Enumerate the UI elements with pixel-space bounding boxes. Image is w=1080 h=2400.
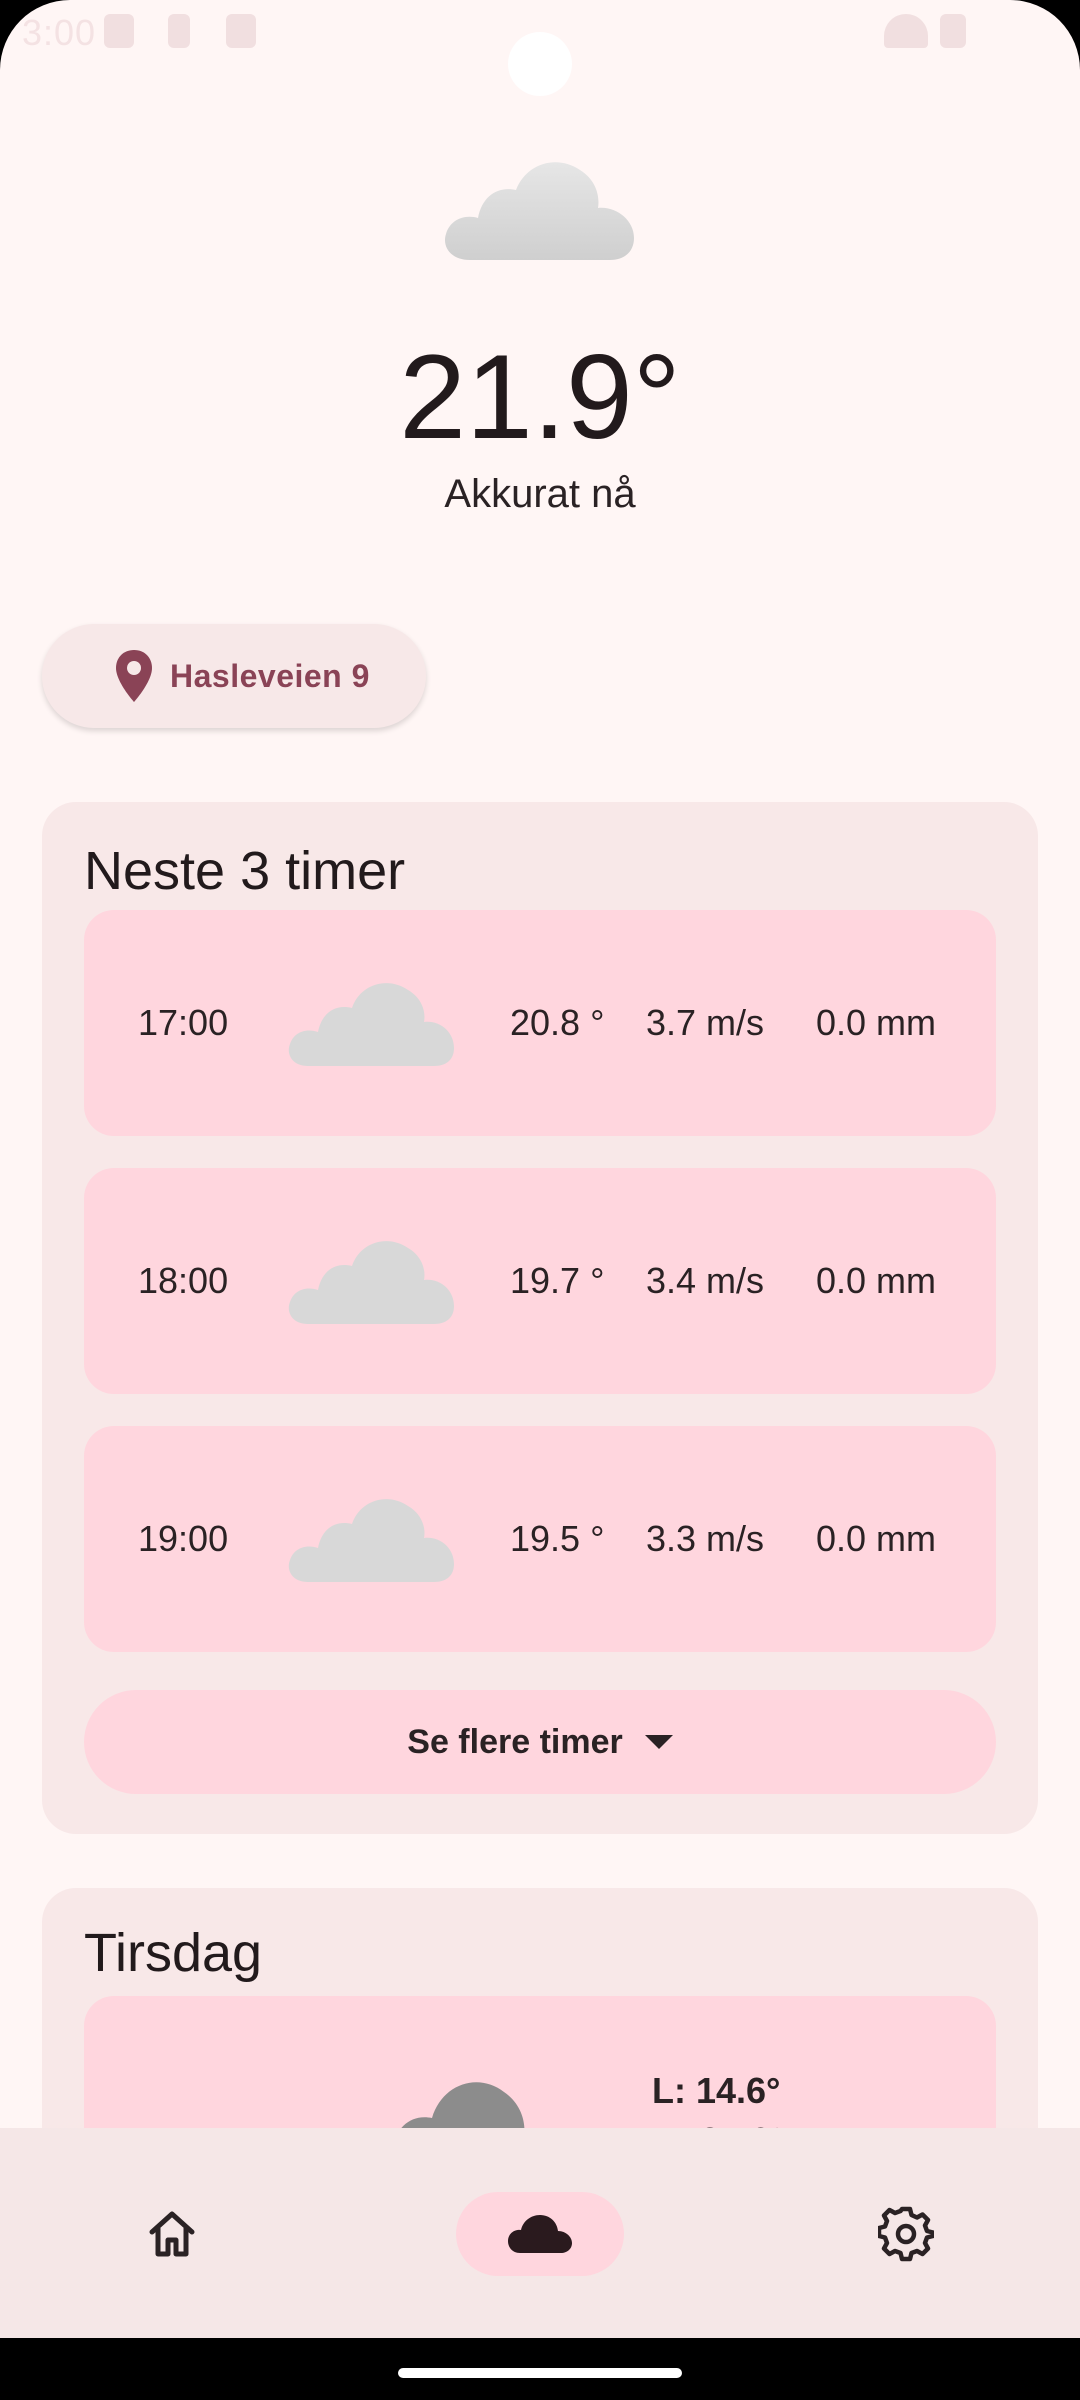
caret-down-icon	[644, 1735, 673, 1749]
nav-home[interactable]	[88, 2192, 256, 2276]
camera-cutout	[508, 32, 572, 96]
current-label: Akkurat nå	[444, 472, 636, 516]
hour-precipitation: 0.0 mm	[816, 1260, 937, 1301]
location-name: Hasleveien 9	[170, 657, 370, 694]
wifi-icon	[884, 14, 928, 48]
forecast-title: Neste 3 timer	[84, 841, 406, 901]
hour-precipitation: 0.0 mm	[816, 1518, 937, 1559]
show-more-label: Se flere timer	[407, 1722, 623, 1761]
status-time: 3:00	[22, 12, 97, 53]
clipboard-icon	[226, 14, 256, 48]
cloudy-icon	[288, 1499, 454, 1582]
hour-temperature: 19.5 °	[510, 1518, 605, 1559]
app-screen: 3:00 21.9° Akkurat nå Hasleveien 9 Neste…	[0, 0, 1080, 2400]
hour-temperature: 20.8 °	[510, 1002, 605, 1043]
signal-icon	[940, 14, 966, 48]
bottom-navigation	[0, 2128, 1080, 2338]
hour-row: 17:00 20.8 ° 3.7 m/s 0.0 mm	[84, 910, 996, 1136]
current-temperature: 21.9°	[399, 330, 681, 464]
system-gesture-bar	[0, 2338, 1080, 2400]
hour-temperature: 19.7 °	[510, 1260, 605, 1301]
hour-time: 18:00	[138, 1260, 229, 1301]
notification-icon	[168, 14, 190, 48]
cloud-icon	[508, 2215, 572, 2253]
hour-wind: 3.7 m/s	[646, 1002, 765, 1043]
cloudy-icon	[445, 162, 634, 260]
day-title: Tirsdag	[84, 1923, 263, 1983]
location-pin-icon	[116, 650, 152, 702]
day-low-temperature: L: 14.6°	[652, 2070, 781, 2111]
home-gesture-handle[interactable]	[398, 2368, 682, 2378]
cloudy-icon	[288, 983, 454, 1066]
location-chip[interactable]: Hasleveien 9	[42, 624, 426, 728]
hour-time: 19:00	[138, 1518, 229, 1559]
forecast-card: Neste 3 timer 17:00 20.8 ° 3.7 m/s 0.0 m…	[42, 802, 1038, 1834]
hour-time: 17:00	[138, 1002, 229, 1043]
gear-icon	[878, 2206, 934, 2262]
nav-settings[interactable]	[822, 2192, 990, 2276]
hour-precipitation: 0.0 mm	[816, 1002, 937, 1043]
hour-wind: 3.3 m/s	[646, 1518, 765, 1559]
nav-weather[interactable]	[456, 2192, 624, 2276]
hour-row: 18:00 19.7 ° 3.4 m/s 0.0 mm	[84, 1168, 996, 1394]
cloudy-icon	[288, 1241, 454, 1324]
shield-icon	[104, 14, 134, 48]
home-icon	[149, 2211, 195, 2257]
hour-wind: 3.4 m/s	[646, 1260, 765, 1301]
show-more-hours-button[interactable]: Se flere timer	[84, 1690, 996, 1794]
hour-row: 19:00 19.5 ° 3.3 m/s 0.0 mm	[84, 1426, 996, 1652]
